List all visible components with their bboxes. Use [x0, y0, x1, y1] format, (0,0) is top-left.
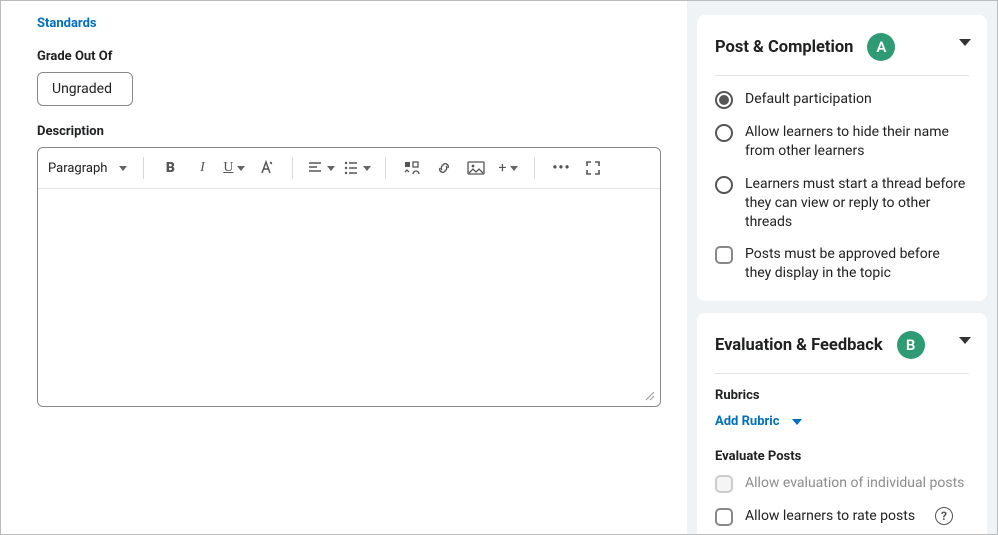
image-icon: [467, 161, 485, 175]
checkbox-icon: [715, 508, 733, 526]
post-completion-card: Post & Completion A Default participatio…: [697, 15, 987, 301]
app-frame: Standards Grade Out Of Ungraded Descript…: [0, 0, 998, 535]
toolbar-separator: [143, 157, 144, 179]
editor-toolbar: Paragraph B I U: [38, 148, 660, 189]
option-start-thread[interactable]: Learners must start a thread before they…: [715, 175, 969, 232]
list-button[interactable]: [343, 156, 371, 180]
standards-link[interactable]: Standards: [37, 16, 97, 31]
option-allow-individual: Allow evaluation of individual posts: [715, 474, 969, 493]
image-button[interactable]: [464, 156, 488, 180]
evaluation-header: Evaluation & Feedback B: [715, 331, 969, 359]
paragraph-style-label: Paragraph: [48, 161, 107, 176]
chevron-down-icon: [119, 166, 127, 171]
checkbox-icon: [715, 246, 733, 264]
rich-text-editor: Paragraph B I U: [37, 147, 661, 407]
grade-out-of-selector[interactable]: Ungraded: [37, 72, 133, 106]
evaluation-title: Evaluation & Feedback: [715, 336, 883, 355]
insert-stuff-icon: [403, 160, 421, 176]
badge-a: A: [867, 33, 895, 61]
italic-button[interactable]: I: [190, 156, 214, 180]
chevron-down-icon: [363, 166, 371, 171]
fullscreen-icon: [585, 160, 601, 176]
toolbar-separator: [534, 157, 535, 179]
option-label: Allow learners to rate posts: [745, 507, 915, 526]
grade-out-of-value: Ungraded: [52, 81, 112, 97]
radio-icon: [715, 124, 733, 142]
option-hide-name[interactable]: Allow learners to hide their name from o…: [715, 123, 969, 161]
grade-label: Grade Out Of: [37, 49, 661, 64]
rubrics-label: Rubrics: [715, 388, 969, 403]
radio-icon: [715, 91, 733, 109]
align-button[interactable]: [307, 156, 335, 180]
fullscreen-button[interactable]: [581, 156, 605, 180]
evaluate-posts-label: Evaluate Posts: [715, 449, 969, 464]
toolbar-separator: [292, 157, 293, 179]
align-icon: [307, 160, 323, 176]
badge-b: B: [897, 331, 925, 359]
more-actions-button[interactable]: •••: [549, 156, 573, 180]
add-rubric-button[interactable]: Add Rubric: [715, 414, 802, 429]
option-label: Posts must be approved before they displ…: [745, 245, 969, 283]
link-button[interactable]: [432, 156, 456, 180]
insert-more-button[interactable]: +: [496, 156, 520, 180]
chevron-down-icon: [237, 166, 245, 171]
text-color-icon: [258, 160, 274, 176]
insert-stuff-button[interactable]: [400, 156, 424, 180]
chevron-down-icon: [510, 166, 518, 171]
right-sidebar: Post & Completion A Default participatio…: [687, 1, 997, 534]
evaluate-posts-row: Allow evaluation of individual posts ?: [715, 474, 969, 493]
evaluation-feedback-card: Evaluation & Feedback B Rubrics Add Rubr…: [697, 313, 987, 534]
post-completion-title: Post & Completion: [715, 38, 853, 57]
list-icon: [343, 160, 359, 176]
divider: [715, 373, 969, 374]
divider: [715, 75, 969, 76]
option-label: Allow evaluation of individual posts: [745, 474, 964, 493]
option-label: Default participation: [745, 90, 872, 109]
underline-button[interactable]: U: [222, 156, 246, 180]
chevron-down-icon: [327, 166, 335, 171]
resize-icon: [644, 390, 656, 402]
option-default-participation[interactable]: Default participation: [715, 90, 969, 109]
post-completion-header: Post & Completion A: [715, 33, 969, 61]
link-icon: [436, 160, 452, 176]
collapse-toggle[interactable]: [959, 337, 971, 344]
option-approve-posts[interactable]: Posts must be approved before they displ…: [715, 245, 969, 283]
description-label: Description: [37, 124, 661, 139]
radio-icon: [715, 176, 733, 194]
text-color-button[interactable]: [254, 156, 278, 180]
bold-button[interactable]: B: [158, 156, 182, 180]
collapse-toggle[interactable]: [959, 39, 971, 46]
add-rubric-label: Add Rubric: [715, 414, 780, 429]
option-label: Learners must start a thread before they…: [745, 175, 969, 232]
main-column: Standards Grade Out Of Ungraded Descript…: [1, 1, 687, 534]
chevron-down-icon: [792, 419, 802, 425]
resize-handle[interactable]: [644, 390, 658, 404]
paragraph-style-dropdown[interactable]: Paragraph: [48, 161, 127, 176]
checkbox-icon: [715, 475, 733, 493]
option-label: Allow learners to hide their name from o…: [745, 123, 969, 161]
description-textarea[interactable]: [38, 189, 660, 390]
option-allow-rate[interactable]: Allow learners to rate posts: [715, 507, 969, 526]
toolbar-separator: [385, 157, 386, 179]
